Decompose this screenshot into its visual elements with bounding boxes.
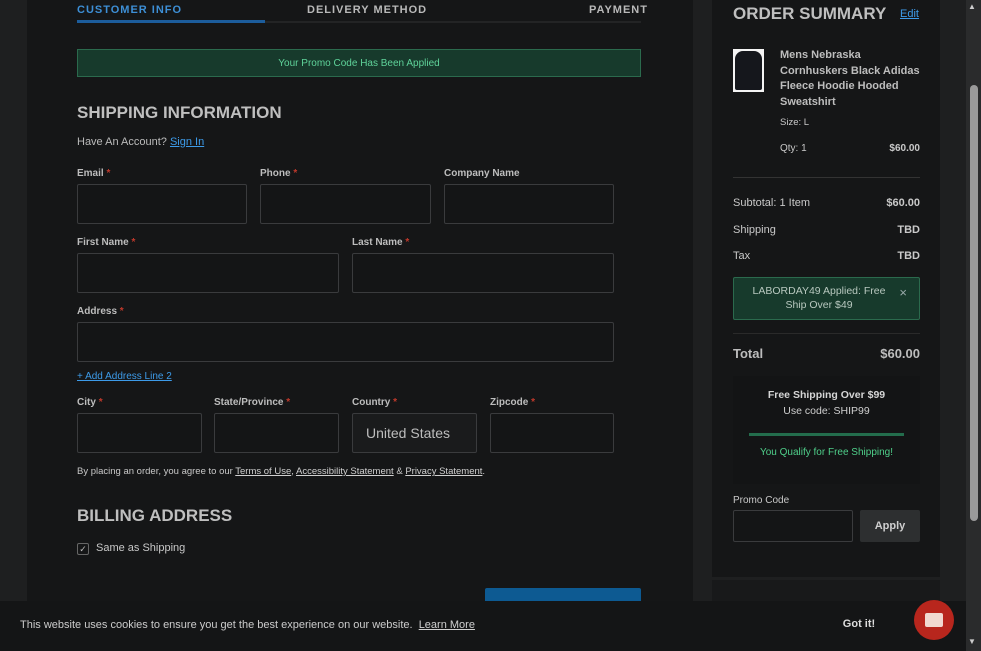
subtotal-row: Subtotal: 1 Item $60.00 — [733, 197, 920, 209]
address-field[interactable] — [77, 322, 614, 362]
step-payment[interactable]: PAYMENT — [589, 4, 648, 16]
divider — [733, 177, 920, 178]
promo-code-input[interactable] — [733, 510, 853, 542]
email-label: Email * — [77, 168, 111, 179]
coupon-text: LABORDAY49 Applied: Free Ship Over $49 — [752, 285, 886, 311]
terms-link[interactable]: Terms of Use — [235, 466, 291, 477]
chat-button[interactable] — [914, 600, 954, 640]
product-size: Size: L — [780, 117, 810, 128]
city-field[interactable] — [77, 413, 202, 453]
cookie-text: This website uses cookies to ensure you … — [20, 619, 413, 631]
free-shipping-box: Free Shipping Over $99 Use code: SHIP99 … — [733, 376, 920, 484]
accessibility-link[interactable]: Accessibility Statement — [296, 466, 394, 477]
billing-title: BILLING ADDRESS — [77, 506, 233, 525]
product-qty-row: Qty: 1 $60.00 — [780, 143, 920, 154]
first-name-label: First Name * — [77, 237, 136, 248]
privacy-link[interactable]: Privacy Statement — [405, 466, 482, 477]
first-name-field[interactable] — [77, 253, 339, 293]
scroll-down-icon[interactable]: ▼ — [968, 637, 976, 646]
phone-label: Phone * — [260, 168, 298, 179]
terms-notice: By placing an order, you agree to our Te… — [77, 466, 486, 477]
shipping-row: Shipping TBD — [733, 224, 920, 236]
add-address-line-2-link[interactable]: + Add Address Line 2 — [77, 371, 172, 382]
product-name: Mens Nebraska Cornhuskers Black Adidas F… — [780, 49, 920, 108]
free-shipping-progress — [749, 433, 904, 436]
country-select[interactable]: United States — [352, 413, 477, 453]
product-image — [733, 49, 764, 92]
account-prompt-text: Have An Account? — [77, 136, 167, 148]
step-customer-info[interactable]: CUSTOMER INFO — [77, 4, 182, 16]
company-label: Company Name — [444, 168, 520, 179]
same-as-shipping-checkbox[interactable]: ✓ — [77, 543, 89, 555]
apply-promo-button[interactable]: Apply — [860, 510, 920, 542]
email-field[interactable] — [77, 184, 247, 224]
free-shipping-title: Free Shipping Over $99 — [767, 389, 886, 401]
remove-coupon-icon[interactable]: × — [899, 285, 907, 300]
promo-code-label: Promo Code — [733, 495, 790, 506]
company-field[interactable] — [444, 184, 614, 224]
step-delivery-method[interactable]: DELIVERY METHOD — [307, 4, 427, 16]
zip-label: Zipcode * — [490, 397, 536, 408]
account-prompt: Have An Account? Sign In — [77, 136, 204, 148]
learn-more-link[interactable]: Learn More — [419, 619, 475, 631]
zip-field[interactable] — [490, 413, 614, 453]
step-progress — [77, 20, 265, 23]
country-label: Country * — [352, 397, 398, 408]
coupon-applied-badge: LABORDAY49 Applied: Free Ship Over $49 × — [733, 277, 920, 320]
last-name-label: Last Name * — [352, 237, 410, 248]
address-label: Address * — [77, 306, 124, 317]
cookie-accept-button[interactable]: Got it! — [834, 611, 884, 637]
shipping-title: SHIPPING INFORMATION — [77, 103, 282, 122]
tax-row: Tax TBD — [733, 250, 920, 262]
same-as-shipping-label: Same as Shipping — [96, 542, 186, 554]
free-shipping-code: Use code: SHIP99 — [783, 405, 870, 417]
divider — [733, 333, 920, 334]
state-label: State/Province * — [214, 397, 291, 408]
promo-applied-banner: Your Promo Code Has Been Applied — [77, 49, 641, 77]
sign-in-link[interactable]: Sign In — [170, 136, 204, 148]
free-shipping-message: You Qualify for Free Shipping! — [759, 447, 894, 458]
phone-field[interactable] — [260, 184, 431, 224]
cookie-banner: This website uses cookies to ensure you … — [0, 601, 966, 651]
order-summary-title: ORDER SUMMARY — [733, 4, 887, 23]
state-field[interactable] — [214, 413, 339, 453]
edit-cart-link[interactable]: Edit — [900, 8, 919, 20]
scrollbar-thumb[interactable] — [970, 85, 978, 521]
city-label: City * — [77, 397, 103, 408]
chat-icon — [925, 613, 943, 627]
last-name-field[interactable] — [352, 253, 614, 293]
total-row: Total $60.00 — [733, 346, 920, 361]
scroll-up-icon[interactable]: ▲ — [968, 2, 976, 11]
